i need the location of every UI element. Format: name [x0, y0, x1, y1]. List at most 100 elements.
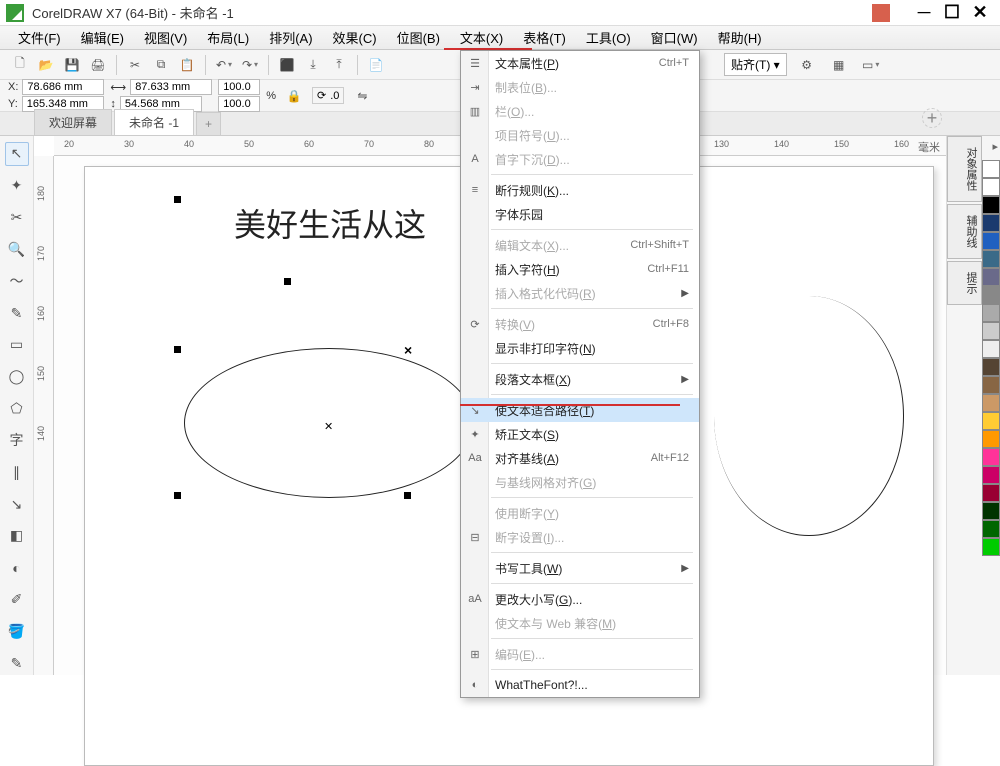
maximize-button[interactable]: ☐: [938, 3, 966, 23]
color-swatch[interactable]: [982, 520, 1000, 538]
menu-effect[interactable]: 效果(C): [323, 25, 387, 50]
ellipse-tool[interactable]: ◯: [5, 365, 29, 389]
transparency-tool[interactable]: ◐: [5, 556, 29, 580]
launch-button[interactable]: ▭: [859, 53, 883, 77]
lock-ratio-icon[interactable]: 🔒: [282, 84, 306, 108]
menu-layout[interactable]: 布局(L): [197, 25, 259, 50]
options-button[interactable]: ⚙: [795, 53, 819, 77]
menu-item[interactable]: 书写工具(W)▶: [461, 556, 699, 580]
menu-edit[interactable]: 编辑(E): [71, 25, 134, 50]
color-swatch[interactable]: [982, 214, 1000, 232]
docker-hints[interactable]: 提示: [947, 261, 982, 305]
shape-tool[interactable]: ✦: [5, 174, 29, 198]
menu-item[interactable]: ≡断行规则(K)...: [461, 178, 699, 202]
save-button[interactable]: 💾: [60, 53, 84, 77]
color-swatch[interactable]: [982, 232, 1000, 250]
tab-add-button[interactable]: +: [196, 112, 221, 135]
color-swatch[interactable]: [982, 484, 1000, 502]
menu-item[interactable]: 显示非打印字符(N): [461, 336, 699, 360]
close-button[interactable]: ✕: [966, 3, 994, 23]
snap-dropdown[interactable]: 贴齐(T) ▾: [724, 53, 787, 76]
connector-tool[interactable]: ↘: [5, 492, 29, 516]
rotation-input[interactable]: ⟳ .0: [312, 87, 344, 104]
paste-button[interactable]: 📋: [175, 53, 199, 77]
print-button[interactable]: 🖨: [86, 53, 110, 77]
rectangle-tool[interactable]: ▭: [5, 333, 29, 357]
ellipse-shape-2[interactable]: [714, 296, 904, 536]
fill-tool[interactable]: 🪣: [5, 619, 29, 643]
tab-welcome[interactable]: 欢迎屏幕: [34, 109, 112, 135]
artistic-text[interactable]: 美好生活从这: [234, 200, 426, 246]
menu-item[interactable]: Aa对齐基线(A)Alt+F12: [461, 446, 699, 470]
menu-item[interactable]: ✦矫正文本(S): [461, 422, 699, 446]
selection-handle[interactable]: [174, 492, 181, 499]
ellipse-shape[interactable]: [184, 348, 474, 498]
w-input[interactable]: [130, 79, 212, 95]
menu-window[interactable]: 窗口(W): [641, 25, 708, 50]
color-swatch[interactable]: [982, 466, 1000, 484]
shadow-tool[interactable]: ◧: [5, 524, 29, 548]
menu-table[interactable]: 表格(T): [513, 25, 576, 50]
selection-handle[interactable]: [174, 196, 181, 203]
color-swatch[interactable]: [982, 304, 1000, 322]
menu-bitmap[interactable]: 位图(B): [387, 25, 450, 50]
minimize-button[interactable]: ─: [910, 3, 938, 23]
sy-input[interactable]: [218, 96, 260, 112]
x-input[interactable]: [22, 79, 104, 95]
pick-tool[interactable]: ↖: [5, 142, 29, 166]
menu-arrange[interactable]: 排列(A): [259, 25, 322, 50]
cut-button[interactable]: ✂: [123, 53, 147, 77]
polygon-tool[interactable]: ⬠: [5, 397, 29, 421]
menu-item[interactable]: ☰文本属性(P)Ctrl+T: [461, 51, 699, 75]
export-button[interactable]: ⤒: [327, 53, 351, 77]
new-button[interactable]: 🗋: [8, 53, 32, 77]
mirror-h-icon[interactable]: ⇋: [350, 84, 374, 108]
publish-button[interactable]: 📄: [364, 53, 388, 77]
sx-input[interactable]: [218, 79, 260, 95]
selection-handle[interactable]: [404, 492, 411, 499]
color-swatch[interactable]: [982, 502, 1000, 520]
color-swatch[interactable]: [982, 268, 1000, 286]
color-swatch[interactable]: [982, 412, 1000, 430]
zoom-tool[interactable]: 🔍: [5, 238, 29, 262]
tab-document[interactable]: 未命名 -1: [114, 109, 194, 135]
docker-guidelines[interactable]: 辅助线: [947, 204, 982, 259]
selection-handle[interactable]: [174, 346, 181, 353]
search-button[interactable]: ⬛: [275, 53, 299, 77]
color-swatch[interactable]: [982, 448, 1000, 466]
menu-item[interactable]: 插入字符(H)Ctrl+F11: [461, 257, 699, 281]
color-swatch[interactable]: [982, 538, 1000, 556]
menu-item[interactable]: ◐WhatTheFont?!...: [461, 673, 699, 697]
import-button[interactable]: ⤓: [301, 53, 325, 77]
menu-item[interactable]: 段落文本框(X)▶: [461, 367, 699, 391]
selection-handle-x[interactable]: ×: [404, 342, 412, 358]
add-button-icon[interactable]: +: [922, 108, 942, 128]
color-swatch[interactable]: [982, 322, 1000, 340]
menu-tools[interactable]: 工具(O): [576, 25, 641, 50]
copy-button[interactable]: ⧉: [149, 53, 173, 77]
open-button[interactable]: 📂: [34, 53, 58, 77]
docker-object-properties[interactable]: 对象属性: [947, 136, 982, 202]
menu-item[interactable]: aA更改大小写(G)...: [461, 587, 699, 611]
eyedropper-tool[interactable]: ✐: [5, 588, 29, 612]
parallel-tool[interactable]: ∥: [5, 460, 29, 484]
color-swatch[interactable]: [982, 286, 1000, 304]
menu-item[interactable]: 字体乐园: [461, 202, 699, 226]
text-tool[interactable]: 字: [5, 428, 29, 452]
color-swatch[interactable]: [982, 160, 1000, 178]
menu-text[interactable]: 文本(X): [450, 25, 513, 50]
menu-file[interactable]: 文件(F): [8, 25, 71, 50]
user-avatar-icon[interactable]: [872, 4, 890, 22]
color-swatch[interactable]: [982, 430, 1000, 448]
undo-button[interactable]: ↶: [212, 53, 236, 77]
menu-help[interactable]: 帮助(H): [708, 25, 772, 50]
layout-button[interactable]: ▦: [827, 53, 851, 77]
redo-button[interactable]: ↷: [238, 53, 262, 77]
artistic-tool[interactable]: ✎: [5, 301, 29, 325]
color-swatch[interactable]: [982, 250, 1000, 268]
menu-view[interactable]: 视图(V): [134, 25, 197, 50]
crop-tool[interactable]: ✂: [5, 206, 29, 230]
color-swatch[interactable]: [982, 178, 1000, 196]
color-swatch[interactable]: [982, 358, 1000, 376]
color-swatch[interactable]: [982, 394, 1000, 412]
